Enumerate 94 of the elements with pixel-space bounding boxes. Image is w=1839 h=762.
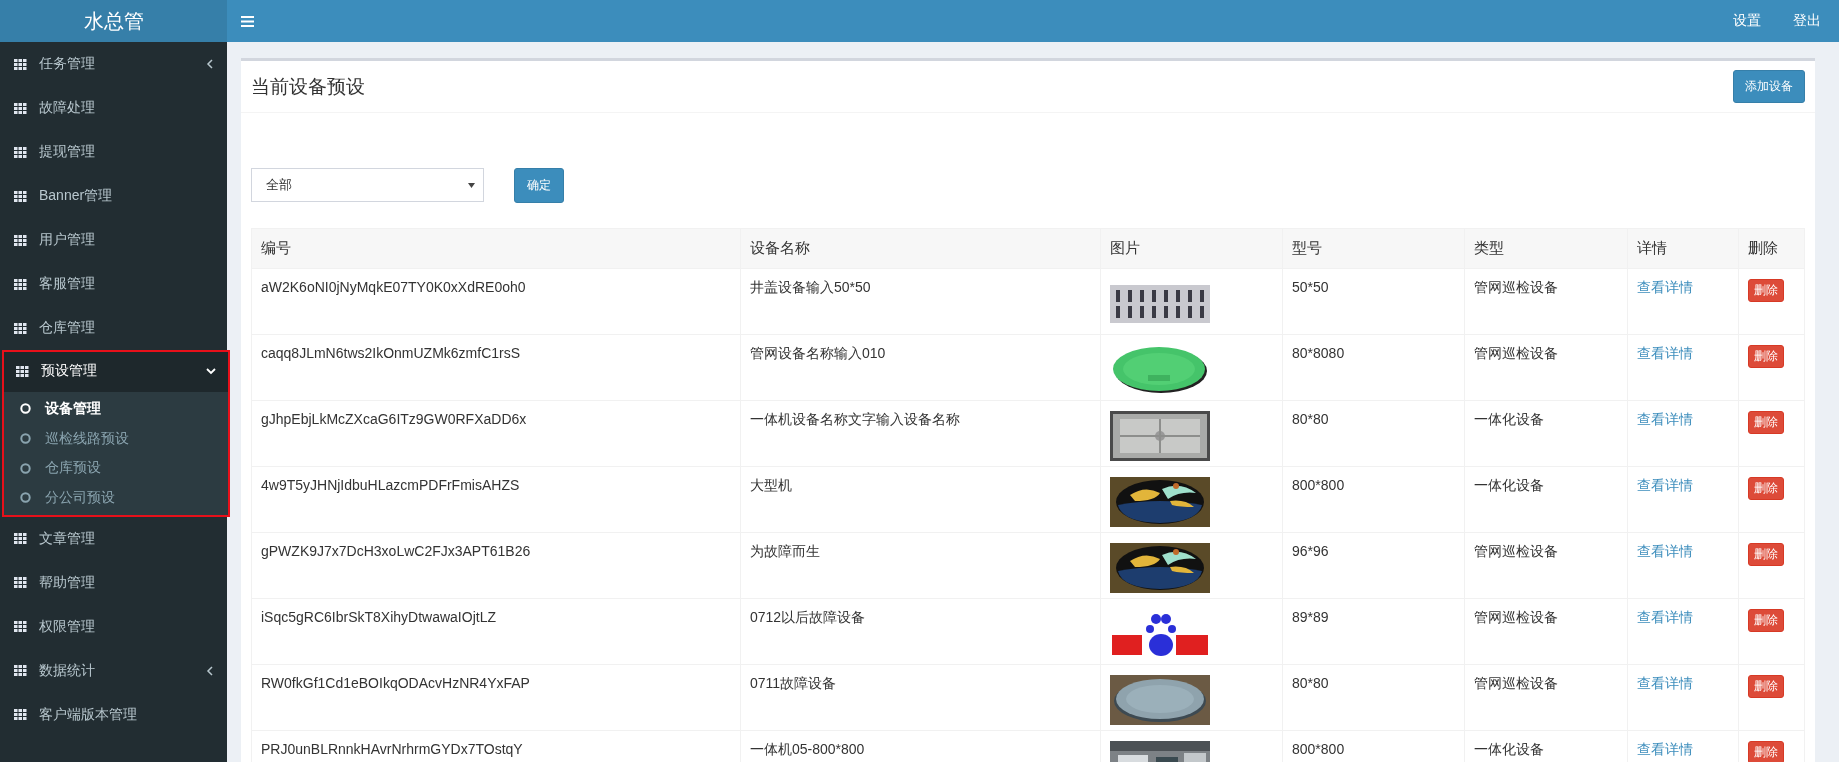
- grid-icon: [14, 58, 27, 70]
- nav-link[interactable]: 登出: [1793, 12, 1821, 30]
- column-header: 设备名称: [740, 228, 1101, 269]
- sidebar-item[interactable]: 任务管理: [0, 42, 227, 86]
- sidebar-item[interactable]: 故障处理: [0, 86, 227, 130]
- grid-icon: [14, 234, 27, 246]
- sidebar-item[interactable]: 帮助管理: [0, 560, 227, 605]
- table-cell: 管网巡检设备: [1464, 598, 1628, 665]
- table-cell: aW2K6oNI0jNyMqkE07TY0K0xXdRE0oh0: [251, 268, 741, 335]
- delete-button[interactable]: 删除: [1748, 609, 1784, 632]
- table-cell: 管网巡检设备: [1464, 268, 1628, 335]
- sidebar-item[interactable]: 提现管理: [0, 130, 227, 174]
- column-header: 编号: [251, 228, 741, 269]
- table-cell: 管网巡检设备: [1464, 532, 1628, 599]
- app-logo: 水总管: [0, 0, 227, 42]
- circle-icon: [20, 492, 31, 504]
- table-cell: caqq8JLmN6tws2IkOnmUZMk6zmfC1rsS: [251, 334, 741, 401]
- table-cell: 80*80: [1282, 664, 1465, 731]
- column-header: 型号: [1282, 228, 1465, 269]
- submenu-item[interactable]: 巡检线路预设: [2, 423, 230, 454]
- delete-button[interactable]: 删除: [1748, 741, 1784, 762]
- table-cell: 管网巡检设备: [1464, 334, 1628, 401]
- circle-icon: [20, 462, 31, 474]
- table-cell: 一体化设备: [1464, 400, 1628, 467]
- table-cell: 80*8080: [1282, 334, 1465, 401]
- table-cell: 4w9T5yJHNjIdbuHLazcmPDFrFmisAHZS: [251, 466, 741, 533]
- table-cell: 0711故障设备: [740, 664, 1101, 731]
- filter-dropdown[interactable]: 全部: [251, 168, 484, 202]
- detail-link[interactable]: 查看详情: [1637, 477, 1693, 493]
- table-cell: 一体机设备名称文字输入设备名称: [740, 400, 1101, 467]
- submenu-item[interactable]: 设备管理: [2, 394, 230, 424]
- table-cell: 80*80: [1282, 400, 1465, 467]
- confirm-button[interactable]: 确定: [514, 167, 564, 203]
- grid-icon: [14, 621, 27, 633]
- table-cell: 管网巡检设备: [1464, 664, 1628, 731]
- sidebar-item[interactable]: 客服管理: [0, 262, 227, 306]
- sidebar-item[interactable]: 客户端版本管理: [0, 692, 227, 737]
- table-cell: 50*50: [1282, 268, 1465, 335]
- table-cell: gJhpEbjLkMcZXcaG6ITz9GW0RFXaDD6x: [251, 400, 741, 467]
- delete-button[interactable]: 删除: [1748, 345, 1784, 368]
- menu-icon[interactable]: [241, 15, 254, 27]
- table-cell: gPWZK9J7x7DcH3xoLwC2FJx3APT61B26: [251, 532, 741, 599]
- delete-button[interactable]: 删除: [1748, 411, 1784, 434]
- sidebar-item[interactable]: 用户管理: [0, 218, 227, 262]
- grid-icon: [14, 665, 27, 677]
- sidebar-item[interactable]: Banner管理: [0, 174, 227, 218]
- grid-icon: [14, 709, 27, 721]
- circle-icon: [20, 403, 31, 415]
- circle-icon: [20, 433, 31, 445]
- table-cell: 800*800: [1282, 466, 1465, 533]
- grid-icon: [16, 365, 29, 377]
- detail-link[interactable]: 查看详情: [1637, 609, 1693, 625]
- column-header: 删除: [1738, 228, 1805, 269]
- grid-icon: [14, 102, 27, 114]
- card-title: 当前设备预设: [251, 74, 365, 99]
- grid-icon: [14, 146, 27, 158]
- grid-icon: [14, 322, 27, 334]
- table-cell: 89*89: [1282, 598, 1465, 665]
- table-cell: 大型机: [740, 466, 1101, 533]
- detail-link[interactable]: 查看详情: [1637, 675, 1693, 691]
- delete-button[interactable]: 删除: [1748, 279, 1784, 302]
- table-cell: 为故障而生: [740, 532, 1101, 599]
- table-cell: 管网设备名称输入010: [740, 334, 1101, 401]
- grid-icon: [14, 278, 27, 290]
- table-cell: 一体化设备: [1464, 466, 1628, 533]
- column-header: 详情: [1627, 228, 1739, 269]
- nav-link[interactable]: 设置: [1733, 12, 1761, 30]
- sidebar-item[interactable]: 预设管理: [2, 350, 230, 392]
- column-header: 类型: [1464, 228, 1628, 269]
- detail-link[interactable]: 查看详情: [1637, 279, 1693, 295]
- submenu-item[interactable]: 仓库预设: [2, 453, 230, 484]
- grid-icon: [14, 190, 27, 202]
- column-header: 图片: [1100, 228, 1283, 269]
- table-cell: RW0fkGf1Cd1eBOIkqODAcvHzNR4YxFAP: [251, 664, 741, 731]
- sidebar-item[interactable]: 数据统计: [0, 648, 227, 693]
- detail-link[interactable]: 查看详情: [1637, 411, 1693, 427]
- sidebar-item[interactable]: 权限管理: [0, 604, 227, 649]
- table-cell: 96*96: [1282, 532, 1465, 599]
- sidebar-item[interactable]: 仓库管理: [0, 306, 227, 350]
- caret-icon: [468, 182, 475, 188]
- detail-link[interactable]: 查看详情: [1637, 543, 1693, 559]
- grid-icon: [14, 577, 27, 589]
- table-cell: PRJ0unBLRnnkHAvrNrhrmGYDx7TOstqY: [251, 730, 741, 762]
- grid-icon: [14, 533, 27, 545]
- detail-link[interactable]: 查看详情: [1637, 345, 1693, 361]
- sidebar-item[interactable]: 文章管理: [0, 516, 227, 561]
- table-cell: iSqc5gRC6IbrSkT8XihyDtwawaIOjtLZ: [251, 598, 741, 665]
- delete-button[interactable]: 删除: [1748, 543, 1784, 566]
- delete-button[interactable]: 删除: [1748, 477, 1784, 500]
- submenu-item[interactable]: 分公司预设: [2, 483, 230, 513]
- table-cell: 井盖设备输入50*50: [740, 268, 1101, 335]
- table-cell: 0712以后故障设备: [740, 598, 1101, 665]
- delete-button[interactable]: 删除: [1748, 675, 1784, 698]
- add-button[interactable]: 添加设备: [1733, 70, 1805, 103]
